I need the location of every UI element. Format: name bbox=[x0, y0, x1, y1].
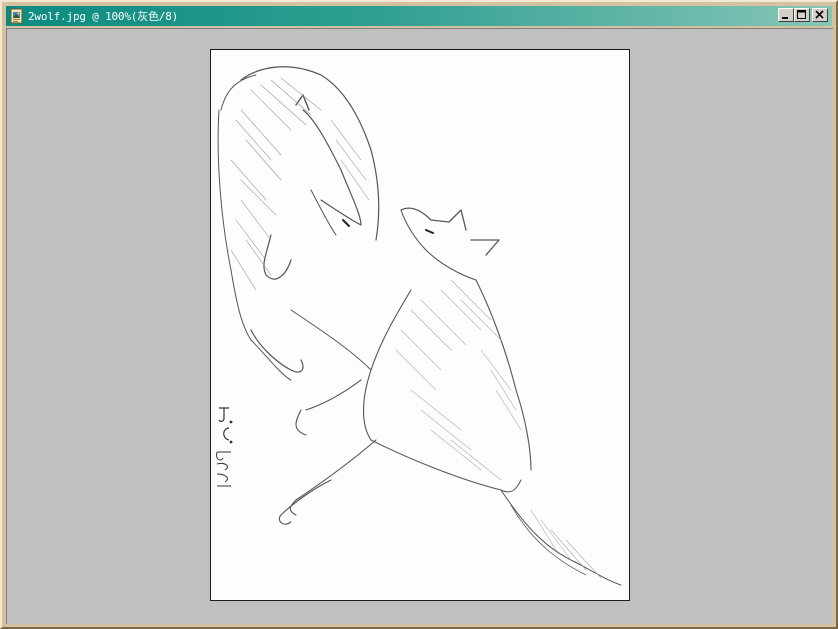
window-title: 2wolf.jpg @ 100%(灰色/8) bbox=[28, 10, 179, 23]
maximize-icon bbox=[797, 10, 806, 19]
close-icon bbox=[815, 10, 824, 19]
maximize-button[interactable] bbox=[794, 8, 810, 22]
document-window: 2wolf.jpg @ 100%(灰色/8) bbox=[0, 0, 838, 629]
photoshop-document-icon[interactable] bbox=[9, 8, 25, 24]
title-bar[interactable]: 2wolf.jpg @ 100%(灰色/8) bbox=[6, 6, 832, 26]
signature bbox=[216, 407, 233, 487]
workspace[interactable] bbox=[6, 28, 833, 624]
minimize-icon bbox=[782, 17, 788, 19]
document-canvas[interactable] bbox=[210, 49, 630, 601]
minimize-button[interactable] bbox=[778, 8, 794, 22]
wolf-sketch-image bbox=[216, 66, 622, 586]
close-button[interactable] bbox=[812, 8, 828, 22]
window-controls bbox=[778, 8, 828, 22]
